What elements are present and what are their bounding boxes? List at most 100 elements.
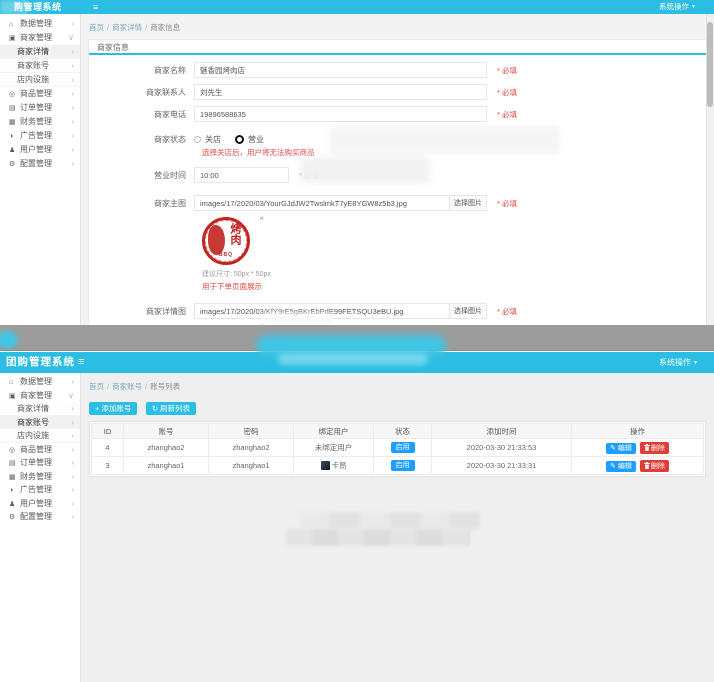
chevron-right-icon: › [71,101,74,115]
choose-main-image-button[interactable]: 选择图片 [449,195,487,211]
sidebar-item-merchant-mgmt[interactable]: ▣商家管理∨ [0,31,80,45]
sidebar-item-label: 财务管理 [20,117,52,126]
sidebar-item-finance-mgmt[interactable]: ▦财务管理› [0,470,80,484]
sidebar-item-label: 订单管理 [20,458,52,467]
chevron-right-icon: › [71,17,74,31]
col-header-account: 账号 [124,424,209,439]
sidebar-item-label: 数据管理 [20,19,52,28]
cell-actions: ✎ 编辑删除 [572,457,704,475]
product-icon: ◎ [9,444,20,458]
sidebar-item-label: 用户管理 [20,145,52,154]
sidebar-item-merchant-mgmt[interactable]: ▣商家管理∨ [0,389,80,403]
sidebar-item-ad-mgmt[interactable]: ◑广告管理› [0,129,80,143]
sidebar-subitem-merchant-account[interactable]: 商家账号› [0,59,80,73]
scrollbar-thumb[interactable] [707,22,713,107]
delete-button[interactable]: 删除 [640,460,669,472]
caret-down-icon: ▼ [693,360,698,366]
shop-icon: ▣ [9,390,20,404]
sidebar-item-label: 广告管理 [20,131,52,140]
sidebar-item-data-mgmt[interactable]: ⌂数据管理› [0,17,80,31]
product-icon: ◎ [9,88,20,102]
cell-added-time: 2020-03-30 21:33:53 [432,439,572,457]
col-header-id: ID [92,424,124,439]
chevron-right-icon: › [71,416,74,430]
sidebar-item-order-mgmt[interactable]: ▤订单管理› [0,456,80,470]
chevron-right-icon: › [71,443,74,457]
trash-icon [644,444,650,451]
sidebar-subitem-merchant-detail[interactable]: 商家详情› [0,402,80,416]
radio-status-closed[interactable] [194,136,201,143]
main-image-path-input[interactable] [194,195,449,211]
sidebar-item-product-mgmt[interactable]: ◎商品管理› [0,87,80,101]
table-row: 3 zhanghao1 zhanghao1 卡昂 启用 2020-03-30 2… [92,457,704,475]
refresh-list-button[interactable]: ↻刷新列表 [146,402,196,415]
sidebar-subitem-store-facility[interactable]: 店内设施› [0,429,80,443]
sidebar-item-ad-mgmt[interactable]: ◑广告管理› [0,483,80,497]
sidebar-subitem-merchant-account[interactable]: 商家账号› [0,416,80,430]
breadcrumb-section[interactable]: 商家账号 [112,382,142,391]
main-image-label: 商家主图 [89,198,194,209]
chevron-right-icon: › [71,497,74,511]
breadcrumb-separator: / [107,23,109,32]
plus-icon: + [95,404,99,413]
breadcrumb-home[interactable]: 首页 [89,382,104,391]
status-badge[interactable]: 启用 [391,460,415,471]
cell-actions: ✎ 编辑删除 [572,439,704,457]
business-hours-input[interactable] [194,167,289,183]
sidebar-item-config-mgmt[interactable]: ⚙配置管理› [0,157,80,171]
finance-icon: ▦ [9,471,20,485]
system-menu[interactable]: 系统操作▼ [659,0,696,14]
refresh-icon: ↻ [152,404,158,413]
breadcrumb-home[interactable]: 首页 [89,23,104,32]
refresh-list-label: 刷新列表 [160,404,190,413]
sidebar-item-label: 商家管理 [20,391,52,400]
users-icon: ♟ [9,144,20,158]
merchant-phone-label: 商家电话 [89,109,194,120]
sidebar-item-user-mgmt[interactable]: ♟用户管理› [0,497,80,511]
sidebar-item-order-mgmt[interactable]: ▤订单管理› [0,101,80,115]
edit-button[interactable]: ✎ 编辑 [606,461,636,472]
scrollbar[interactable] [706,14,714,325]
sidebar-item-data-mgmt[interactable]: ⌂数据管理› [0,375,80,389]
detail-image-label: 商家详情图 [89,306,194,317]
menu-toggle-icon[interactable]: ≡ [93,0,98,14]
ad-icon: ◑ [9,484,20,498]
system-menu[interactable]: 系统操作▼ [659,352,698,374]
merchant-info-panel: 商家信息 商家名称 * 必填 商家联系人 * 必填 商家电话 [88,39,707,341]
status-badge[interactable]: 启用 [391,442,415,453]
ad-icon: ◑ [9,130,20,144]
sidebar-item-product-mgmt[interactable]: ◎商品管理› [0,443,80,457]
chevron-right-icon: › [71,483,74,497]
gear-icon: ⚙ [9,511,20,525]
finance-icon: ▦ [9,116,20,130]
chevron-right-icon: › [71,470,74,484]
chevron-right-icon: › [71,402,74,416]
sidebar-subitem-store-facility[interactable]: 店内设施› [0,73,80,87]
close-icon[interactable]: × [259,214,264,223]
chevron-right-icon: › [71,143,74,157]
merchant-contact-label: 商家联系人 [89,87,194,98]
breadcrumb-section[interactable]: 商家详情 [112,23,142,32]
merchant-phone-input[interactable] [194,106,487,122]
system-menu-label: 系统操作 [659,2,689,11]
merchant-contact-input[interactable] [194,84,487,100]
col-header-actions: 操作 [572,424,704,439]
form-row-merchant-status: 商家状态 关店 营业 [89,134,706,145]
edit-button[interactable]: ✎ 编辑 [606,443,636,454]
breadcrumb-current: 商家信息 [150,23,180,32]
status-warning-text: 选择关店后，用户将无法购买商品 [202,147,706,158]
delete-button[interactable]: 删除 [640,442,669,454]
sidebar-item-finance-mgmt[interactable]: ▦财务管理› [0,115,80,129]
sidebar-item-user-mgmt[interactable]: ♟用户管理 › [0,143,80,157]
merchant-name-input[interactable] [194,62,487,78]
sidebar-item-config-mgmt[interactable]: ⚙配置管理› [0,510,80,524]
radio-status-open[interactable] [235,135,244,144]
sidebar-subitem-merchant-detail[interactable]: 商家详情› [0,45,80,59]
add-account-button[interactable]: +添加账号 [89,402,137,415]
cell-bound-user: 卡昂 [294,457,374,475]
menu-toggle-icon[interactable]: ≡ [78,352,84,373]
gear-icon: ⚙ [9,158,20,172]
account-list-screen: 团购管理系统 ≡ 系统操作▼ ⌂数据管理› ▣商家管理∨ 商家详情› 商家账号›… [0,352,714,682]
choose-detail-image-button[interactable]: 选择图片 [449,303,487,319]
edit-label: 编辑 [618,463,632,470]
